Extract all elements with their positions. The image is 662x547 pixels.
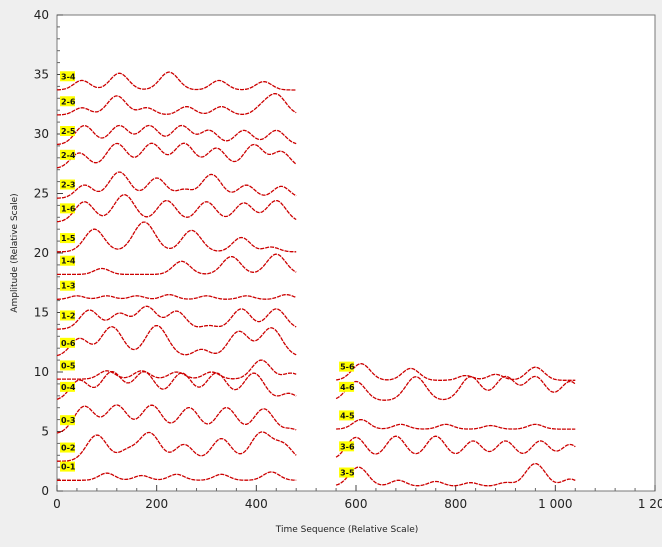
y-tick-label: 35 bbox=[34, 68, 49, 82]
series-label-text: 4-6 bbox=[340, 383, 355, 392]
x-tick-label: 600 bbox=[345, 497, 368, 511]
x-tick-label: 1 000 bbox=[538, 497, 572, 511]
y-tick-label: 30 bbox=[34, 127, 49, 141]
y-tick-label: 0 bbox=[41, 484, 49, 498]
y-tick-label: 5 bbox=[41, 425, 49, 439]
series-label-text: 1-2 bbox=[61, 311, 75, 320]
series-label-1-3: 1-3 bbox=[60, 280, 75, 291]
y-axis-title: Amplitude (Relative Scale) bbox=[10, 193, 20, 312]
series-label-text: 1-5 bbox=[61, 234, 76, 243]
series-label-2-5: 2-5 bbox=[60, 126, 76, 136]
series-label-1-5: 1-5 bbox=[60, 233, 76, 244]
series-label-4-6: 4-6 bbox=[339, 381, 355, 392]
series-label-text: 0-1 bbox=[61, 463, 76, 472]
series-label-0-3: 0-3 bbox=[60, 415, 75, 426]
series-label-5-6: 5-6 bbox=[339, 361, 355, 372]
x-tick-label: 200 bbox=[145, 497, 168, 511]
series-label-text: 0-2 bbox=[61, 444, 75, 453]
series-label-0-4: 0-4 bbox=[60, 381, 76, 392]
y-tick-label: 10 bbox=[34, 365, 49, 379]
plot-area bbox=[56, 14, 656, 492]
series-label-text: 0-6 bbox=[61, 339, 76, 348]
x-axis-title: Time Sequence (Relative Scale) bbox=[275, 525, 419, 535]
series-label-text: 0-5 bbox=[61, 361, 76, 370]
series-label-0-5: 0-5 bbox=[60, 360, 76, 371]
series-label-text: 1-4 bbox=[61, 257, 76, 266]
series-label-text: 2-5 bbox=[61, 127, 76, 136]
x-tick-label: 800 bbox=[444, 497, 467, 511]
series-label-1-4: 1-4 bbox=[60, 255, 76, 266]
series-label-text: 4-5 bbox=[340, 411, 355, 420]
series-label-text: 1-3 bbox=[61, 282, 75, 291]
series-label-2-3: 2-3 bbox=[60, 179, 75, 190]
series-label-text: 2-4 bbox=[61, 151, 76, 160]
series-label-0-1: 0-1 bbox=[60, 461, 76, 472]
y-tick-label: 40 bbox=[34, 8, 49, 22]
series-label-0-2: 0-2 bbox=[60, 442, 75, 453]
y-tick-label: 25 bbox=[34, 187, 49, 201]
series-label-0-6: 0-6 bbox=[60, 337, 76, 348]
series-label-4-5: 4-5 bbox=[339, 410, 355, 421]
y-tick-label: 20 bbox=[34, 246, 49, 260]
series-label-2-6: 2-6 bbox=[60, 96, 76, 107]
line-chart: 0 200 400 600 800 1 000 1 200 0 5 10 15 20 25 30 35 40… bbox=[10, 8, 662, 535]
series-label-text: 1-6 bbox=[61, 204, 76, 213]
series-label-text: 3-6 bbox=[340, 442, 355, 451]
series-label-1-6: 1-6 bbox=[60, 203, 76, 214]
series-label-text: 3-5 bbox=[340, 469, 355, 478]
x-tick-label: 1 200 bbox=[638, 497, 662, 511]
series-label-2-4: 2-4 bbox=[60, 149, 76, 160]
x-tick-label: 400 bbox=[245, 497, 268, 511]
series-label-3-6: 3-6 bbox=[339, 441, 355, 452]
y-tick-label: 15 bbox=[34, 306, 49, 320]
series-label-text: 5-6 bbox=[340, 363, 355, 372]
series-label-text: 0-4 bbox=[61, 383, 76, 392]
series-label-text: 2-3 bbox=[61, 181, 75, 190]
series-label-text: 2-6 bbox=[61, 97, 76, 106]
series-label-text: 0-3 bbox=[61, 416, 75, 425]
series-label-1-2: 1-2 bbox=[60, 310, 75, 321]
series-label-3-5: 3-5 bbox=[339, 467, 355, 478]
series-label-text: 3-4 bbox=[61, 72, 76, 81]
x-tick-label: 0 bbox=[53, 497, 61, 511]
chart-container: 0 200 400 600 800 1 000 1 200 0 5 10 15 20 25 30 35 40… bbox=[0, 0, 662, 543]
series-label-3-4: 3-4 bbox=[60, 71, 76, 82]
